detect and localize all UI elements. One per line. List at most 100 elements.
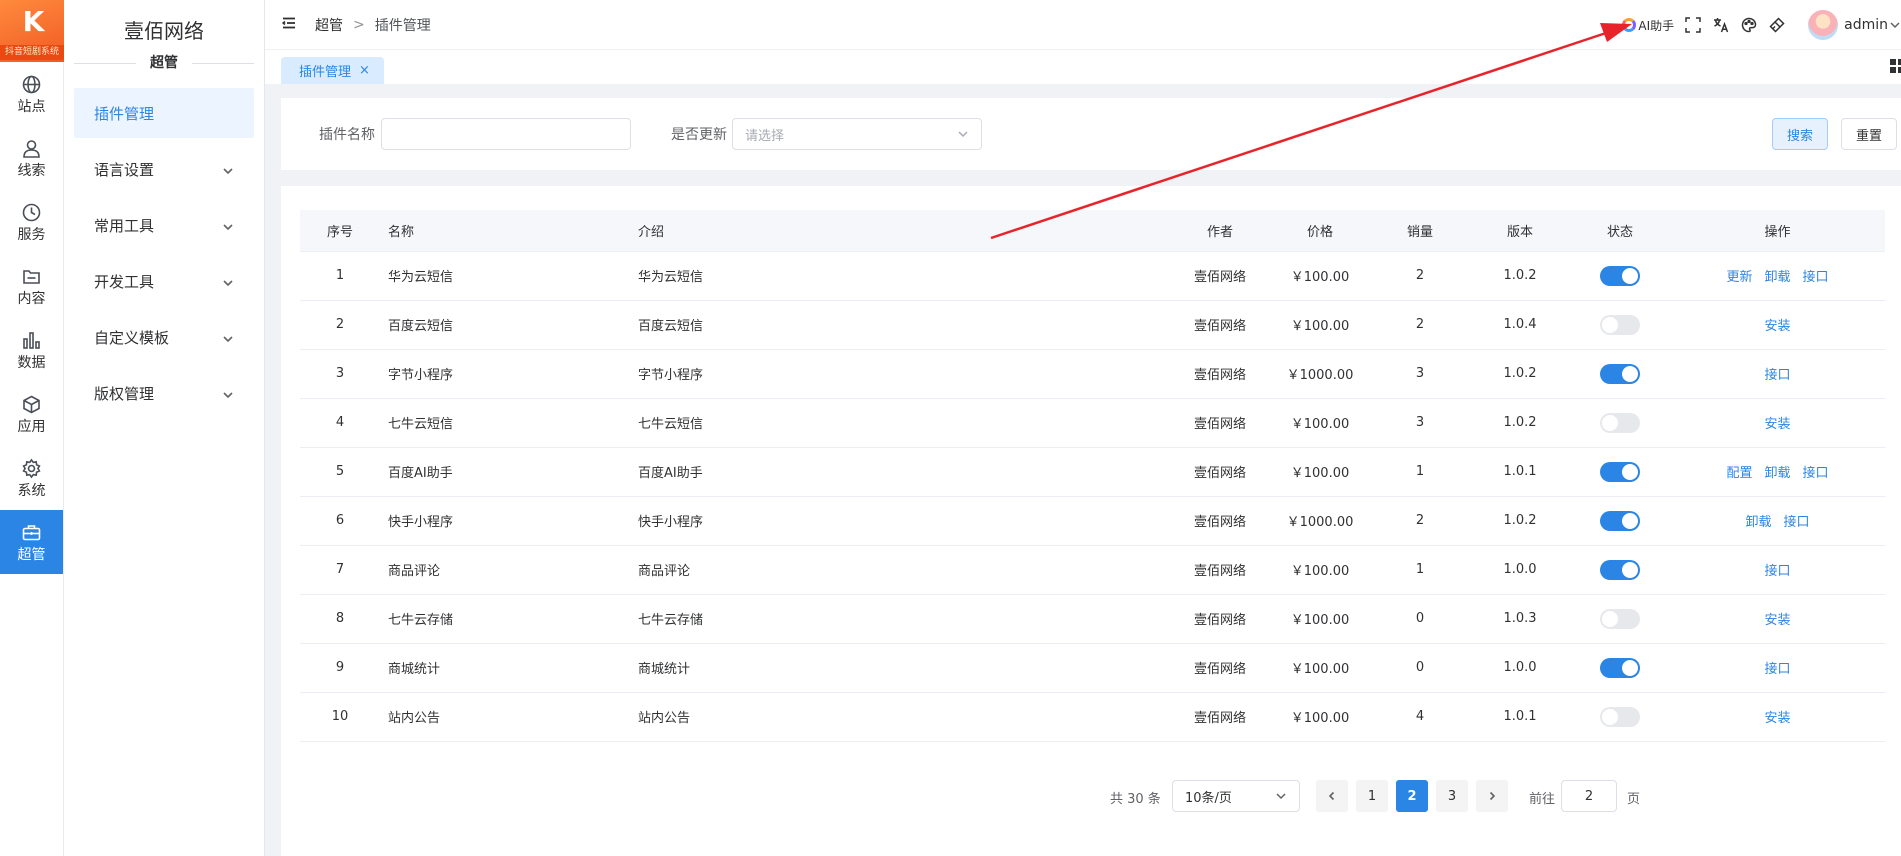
rail-item-content[interactable]: 内容 (0, 254, 63, 318)
cell-intro: 百度AI助手 (630, 447, 1170, 497)
rail-item-service[interactable]: 服务 (0, 190, 63, 254)
breadcrumb-current: 插件管理 (374, 17, 431, 34)
page-button-2[interactable]: 2 (1396, 780, 1428, 812)
tab-close-icon[interactable]: × (359, 63, 370, 78)
chevron-down-icon (222, 331, 234, 343)
rail-item-system[interactable]: 系统 (0, 446, 63, 510)
site-name: 壹佰网络 (124, 19, 204, 43)
cell-no: 9 (300, 643, 380, 693)
table-row: 1 华为云短信 华为云短信 壹佰网络 ￥100.00 2 1.0.2 更新 卸载 接口 (300, 251, 1885, 301)
cell-status (1570, 398, 1670, 448)
cell-price: ￥1000.00 (1270, 496, 1370, 546)
cell-sales: 1 (1370, 447, 1470, 497)
cell-actions: 卸载 接口 (1670, 496, 1885, 546)
page-button-1[interactable]: 1 (1356, 780, 1388, 812)
goto-label: 前往 (1529, 792, 1556, 807)
rail-item-site[interactable]: 站点 (0, 62, 63, 126)
menu-section-divider: 超管 (74, 50, 254, 76)
cell-name: 百度AI助手 (380, 447, 630, 497)
plugin-name-input[interactable] (381, 118, 631, 150)
status-toggle[interactable] (1600, 657, 1640, 678)
user-name: admin (1844, 17, 1888, 33)
menu-item-label: 插件管理 (94, 104, 155, 123)
status-toggle[interactable] (1600, 412, 1640, 433)
status-toggle[interactable] (1600, 461, 1640, 482)
row-action-link[interactable]: 安装 (1764, 417, 1790, 432)
menu-item-label: 开发工具 (94, 272, 155, 291)
cell-status (1570, 251, 1670, 301)
rail-item-app[interactable]: 应用 (0, 382, 63, 446)
cell-name: 字节小程序 (380, 349, 630, 399)
logo-mark: K (22, 5, 45, 38)
row-action-link[interactable]: 更新 (1726, 270, 1752, 285)
status-toggle[interactable] (1600, 265, 1640, 286)
fullscreen-icon[interactable] (1684, 16, 1702, 34)
cell-name: 华为云短信 (380, 251, 630, 301)
clear-cache-icon[interactable] (1768, 16, 1786, 34)
menu-item-5[interactable]: 自定义模板 (74, 312, 254, 362)
next-page-button[interactable] (1476, 780, 1508, 812)
toggle-knob (1622, 365, 1638, 382)
cell-actions: 安装 (1670, 300, 1885, 350)
row-action-link[interactable]: 接口 (1803, 270, 1829, 285)
row-action-link[interactable]: 接口 (1764, 368, 1790, 383)
status-toggle[interactable] (1600, 559, 1640, 580)
ai-assistant-button[interactable]: AI助手 (1622, 17, 1674, 34)
cell-version: 1.0.1 (1470, 692, 1570, 742)
goto-page-input[interactable] (1561, 780, 1617, 812)
menu-item-4[interactable]: 开发工具 (74, 256, 254, 306)
language-icon[interactable] (1712, 16, 1730, 34)
reset-button[interactable]: 重置 (1841, 118, 1897, 150)
breadcrumb-root[interactable]: 超管 (315, 15, 343, 35)
col-header-author: 作者 (1170, 210, 1270, 252)
cell-name: 商品评论 (380, 545, 630, 595)
user-menu[interactable]: admin (1844, 17, 1901, 33)
cell-version: 1.0.1 (1470, 447, 1570, 497)
cell-author: 壹佰网络 (1170, 692, 1270, 742)
cell-actions: 接口 (1670, 643, 1885, 693)
row-action-link[interactable]: 接口 (1764, 662, 1790, 677)
palette-icon[interactable] (1740, 16, 1758, 34)
status-toggle[interactable] (1600, 706, 1640, 727)
avatar[interactable] (1808, 10, 1839, 40)
rail-item-label: 超管 (17, 546, 46, 563)
status-toggle[interactable] (1600, 363, 1640, 384)
row-action-link[interactable]: 安装 (1764, 711, 1790, 726)
prev-page-button[interactable] (1316, 780, 1348, 812)
logo-subtitle: 抖音短剧系统 (0, 45, 64, 60)
page-size-select[interactable]: 10条/页 (1172, 780, 1300, 812)
rail-item-super[interactable]: 超管 (0, 510, 63, 574)
tab-plugin-management[interactable]: 插件管理 × (281, 57, 384, 84)
menu-item-6[interactable]: 版权管理 (74, 368, 254, 418)
cell-version: 1.0.2 (1470, 349, 1570, 399)
search-button[interactable]: 搜索 (1772, 118, 1828, 150)
collapse-menu-icon[interactable] (281, 15, 301, 35)
row-action-link[interactable]: 安装 (1764, 613, 1790, 628)
menu-section-title: 超管 (136, 53, 192, 73)
status-toggle[interactable] (1600, 608, 1640, 629)
chevron-down-icon (222, 387, 234, 399)
tab-label: 插件管理 (299, 65, 352, 80)
menu-item-3[interactable]: 常用工具 (74, 200, 254, 250)
row-action-link[interactable]: 接口 (1764, 564, 1790, 579)
page-button-3[interactable]: 3 (1436, 780, 1468, 812)
update-status-select[interactable]: 请选择 (732, 118, 982, 150)
search-panel: 插件名称 是否更新 请选择 搜索 重置 (281, 98, 1901, 170)
cell-author: 壹佰网络 (1170, 496, 1270, 546)
row-action-link[interactable]: 接口 (1784, 515, 1810, 530)
status-toggle[interactable] (1600, 314, 1640, 335)
rail-item-data[interactable]: 数据 (0, 318, 63, 382)
row-action-link[interactable]: 卸载 (1764, 270, 1790, 285)
row-action-link[interactable]: 接口 (1803, 466, 1829, 481)
row-action-link[interactable]: 卸载 (1745, 515, 1771, 530)
cell-price: ￥100.00 (1270, 300, 1370, 350)
row-action-link[interactable]: 安装 (1764, 319, 1790, 334)
row-action-link[interactable]: 卸载 (1764, 466, 1790, 481)
menu-item-1[interactable]: 插件管理 (74, 88, 254, 138)
rail-item-label: 服务 (17, 226, 46, 243)
status-toggle[interactable] (1600, 510, 1640, 531)
tab-menu-icon[interactable] (1889, 58, 1901, 74)
row-action-link[interactable]: 配置 (1726, 466, 1752, 481)
rail-item-clue[interactable]: 线索 (0, 126, 63, 190)
menu-item-2[interactable]: 语言设置 (74, 144, 254, 194)
